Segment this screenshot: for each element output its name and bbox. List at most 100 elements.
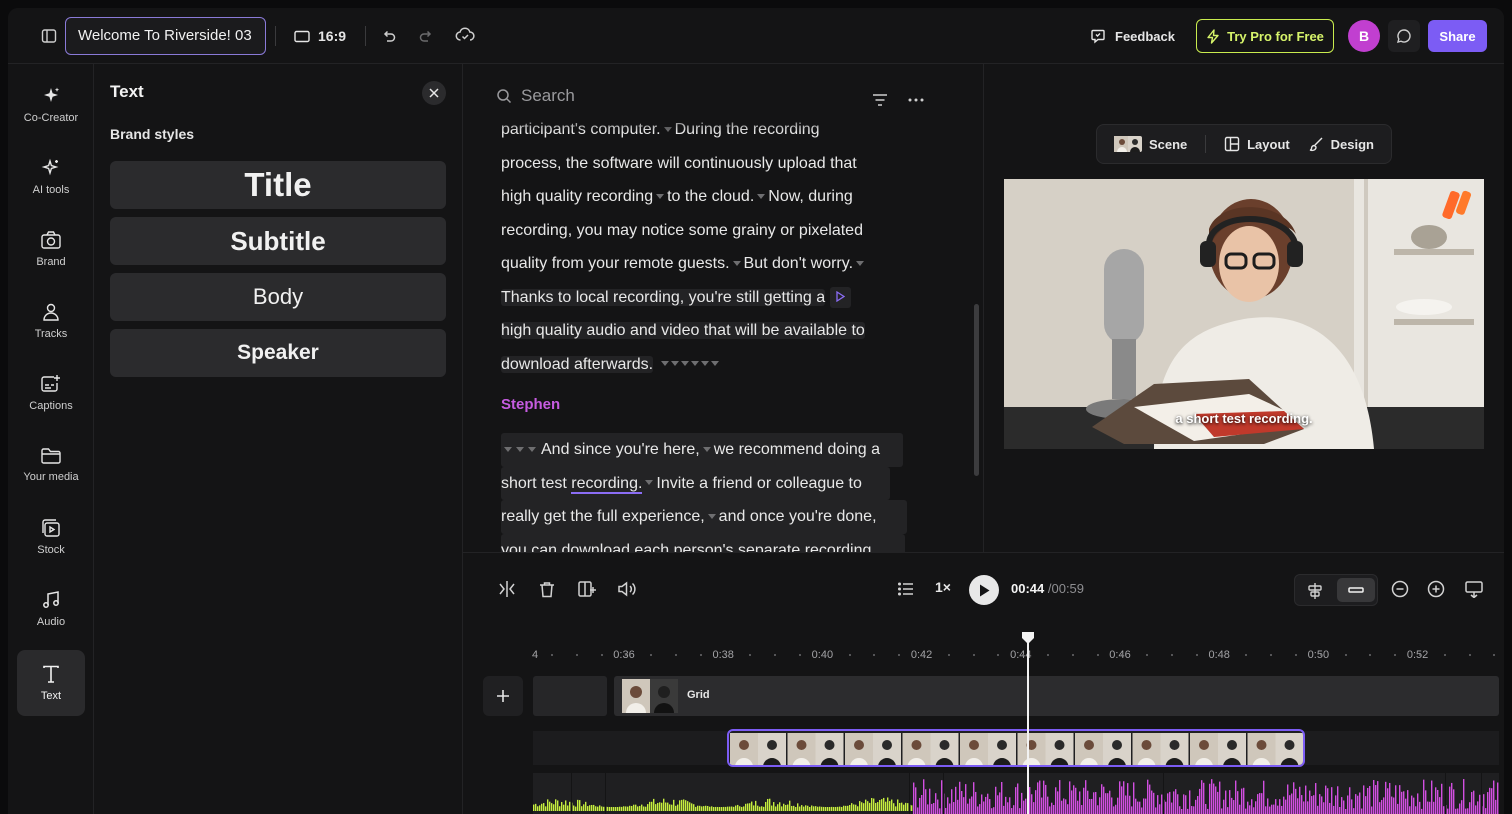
word-group[interactable]: quality from your remote guests.: [501, 255, 730, 272]
stacked-view-icon[interactable]: [1303, 581, 1327, 601]
scene-button[interactable]: Scene: [1113, 136, 1187, 152]
ruler-tick-label: 0:48: [1208, 649, 1230, 661]
playback-speed-button[interactable]: 1×: [935, 579, 951, 595]
word-group[interactable]: and once you're done,: [719, 508, 877, 525]
nav-label: Co-Creator: [23, 112, 79, 124]
nav-label: Your media: [23, 471, 79, 483]
nav-tracks[interactable]: Tracks: [17, 288, 85, 354]
ruler-tick: [1220, 654, 1223, 656]
word-group[interactable]: short test: [501, 475, 567, 492]
redo-icon[interactable]: [413, 23, 439, 49]
zoom-in-icon[interactable]: [1424, 577, 1448, 601]
transcript-search[interactable]: Search: [496, 86, 575, 106]
transcript-block-1[interactable]: participant's computer.During the record…: [501, 113, 911, 381]
ruler-tick: [551, 654, 553, 656]
word-group[interactable]: you can download each person's separate …: [501, 533, 905, 552]
style-title-button[interactable]: Title: [110, 161, 446, 209]
ruler-tick: [848, 654, 851, 656]
ruler-tick: [1071, 654, 1074, 656]
selected-word[interactable]: recording.: [571, 474, 643, 494]
undo-icon[interactable]: [376, 23, 402, 49]
style-speaker-button[interactable]: Speaker: [110, 329, 446, 377]
add-layer-icon[interactable]: [575, 577, 599, 601]
nav-text[interactable]: Text: [17, 650, 85, 716]
pause-marker[interactable]: [856, 261, 864, 267]
nav-audio[interactable]: Audio: [17, 576, 85, 642]
nav-your-media[interactable]: Your media: [17, 432, 85, 498]
aspect-ratio-button[interactable]: 16:9: [294, 24, 346, 48]
word-group[interactable]: And since you're here,: [541, 441, 700, 458]
nav-brand[interactable]: Brand: [17, 216, 85, 282]
feedback-icon: [1091, 29, 1105, 44]
aspect-ratio-label: 16:9: [318, 28, 347, 44]
long-pause-marker[interactable]: [504, 446, 538, 453]
scene-track-grid[interactable]: [614, 676, 1499, 716]
word-group[interactable]: recording, you may notice some grainy or…: [501, 214, 911, 248]
style-body-button[interactable]: Body: [110, 273, 446, 321]
word-group[interactable]: Now, during: [768, 188, 853, 205]
nav-label: Text: [40, 690, 62, 702]
ruler-tick: [972, 654, 975, 656]
fit-timeline-icon[interactable]: [1462, 577, 1486, 601]
total-time: /00:59: [1047, 581, 1085, 596]
word-group[interactable]: Thanks to local recording, you're still …: [501, 288, 826, 306]
add-track-button[interactable]: [483, 676, 523, 716]
speaker-label[interactable]: Stephen: [501, 396, 560, 413]
scene-track-segment[interactable]: [533, 676, 607, 716]
word-group[interactable]: process, the software will continuously …: [501, 147, 911, 181]
pause-marker[interactable]: [645, 480, 653, 486]
ruler-tick: [1493, 654, 1496, 656]
compact-view-icon[interactable]: [1337, 578, 1375, 602]
delete-icon[interactable]: [535, 577, 559, 601]
ruler-tick: [799, 654, 801, 656]
layout-button[interactable]: Layout: [1224, 136, 1290, 152]
video-preview[interactable]: a short test recording.: [1004, 179, 1484, 449]
pause-marker[interactable]: [708, 514, 716, 520]
word-group[interactable]: really get the full experience,: [501, 508, 705, 525]
long-pause-marker[interactable]: [660, 361, 723, 367]
design-button[interactable]: Design: [1308, 136, 1374, 152]
word-group[interactable]: to the cloud.: [667, 188, 754, 205]
word-group[interactable]: we recommend doing a: [714, 441, 880, 458]
split-icon[interactable]: [495, 577, 519, 601]
word-group[interactable]: high quality audio and video that will b…: [501, 322, 865, 339]
avatar[interactable]: B: [1348, 20, 1380, 52]
volume-icon[interactable]: [615, 577, 639, 601]
word-group[interactable]: high quality recording: [501, 188, 653, 205]
word-group[interactable]: download afterwards.: [501, 355, 654, 373]
close-panel-button[interactable]: [422, 81, 446, 105]
pause-marker[interactable]: [656, 194, 664, 200]
comments-button[interactable]: [1388, 20, 1420, 52]
feedback-label: Feedback: [1115, 28, 1175, 44]
chapters-list-icon[interactable]: [894, 577, 918, 601]
layout-label: Layout: [1247, 136, 1290, 152]
style-subtitle-button[interactable]: Subtitle: [110, 217, 446, 265]
nav-stock[interactable]: Stock: [17, 504, 85, 570]
sidebar-toggle-icon[interactable]: [36, 23, 62, 49]
pause-marker[interactable]: [733, 261, 741, 267]
video-clip[interactable]: [727, 729, 1305, 767]
nav-captions[interactable]: Captions: [17, 360, 85, 426]
nav-co-creator[interactable]: Co-Creator: [17, 72, 85, 138]
transcript-scrollbar[interactable]: [974, 304, 979, 476]
cloud-sync-icon[interactable]: [452, 22, 478, 48]
current-play-marker[interactable]: [829, 286, 851, 308]
play-icon: [979, 584, 989, 596]
play-button[interactable]: [969, 575, 999, 605]
ai-sparkle-icon: [41, 158, 59, 176]
sparkle-icon: [44, 87, 60, 102]
transcript-block-2[interactable]: And since you're here, we recommend doing…: [501, 433, 911, 552]
pause-marker[interactable]: [757, 194, 765, 200]
project-title-input[interactable]: Welcome To Riverside! 03: [65, 17, 266, 55]
word-group[interactable]: Invite a friend or colleague to: [656, 475, 861, 492]
zoom-out-icon[interactable]: [1388, 577, 1412, 601]
nav-label: Captions: [29, 400, 73, 412]
try-pro-button[interactable]: Try Pro for Free: [1196, 19, 1334, 53]
word-group[interactable]: But don't worry.: [744, 255, 853, 272]
audio-track[interactable]: [533, 773, 1499, 814]
pause-marker[interactable]: [703, 447, 711, 453]
playhead[interactable]: [1027, 641, 1029, 814]
share-button[interactable]: Share: [1428, 20, 1487, 52]
nav-ai-tools[interactable]: AI tools: [17, 144, 85, 210]
feedback-button[interactable]: Feedback: [1090, 22, 1175, 50]
